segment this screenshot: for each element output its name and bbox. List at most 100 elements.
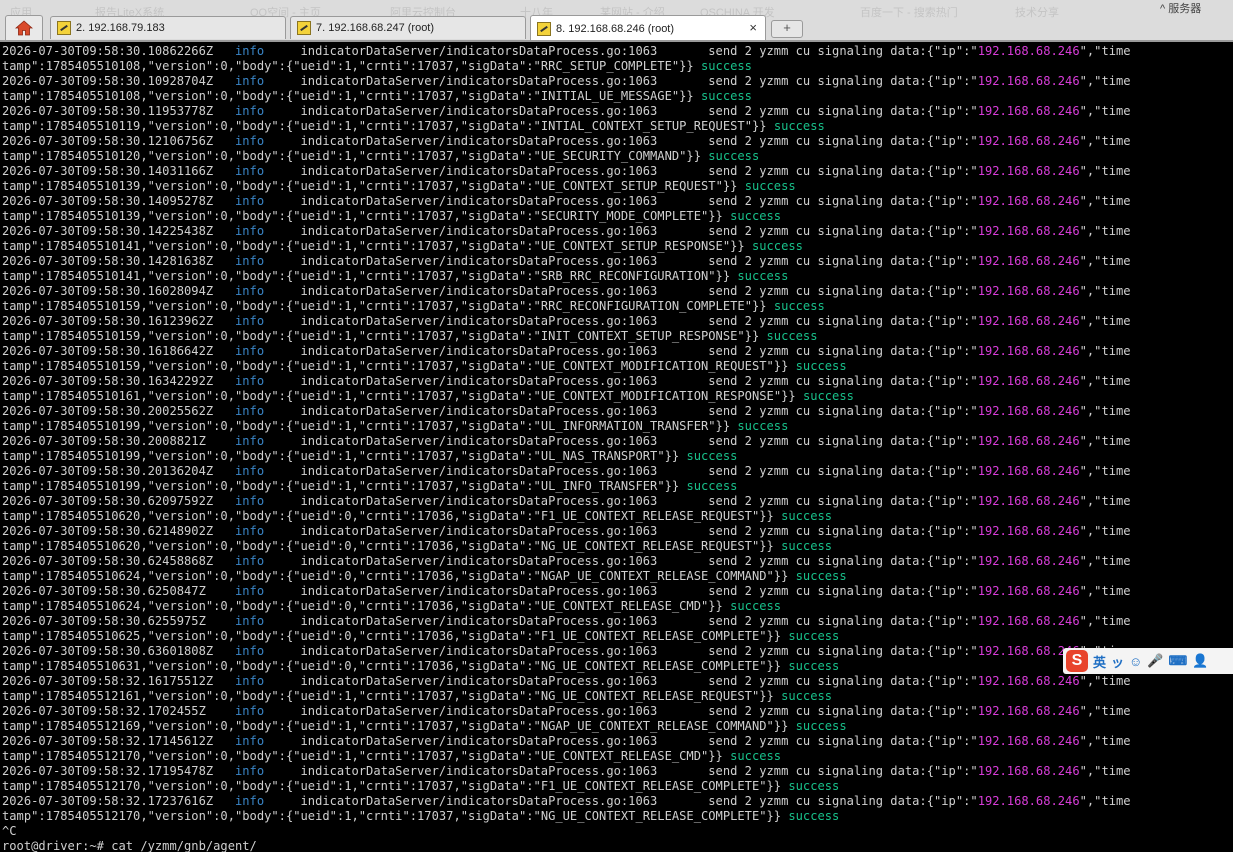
log-line: 2026-07-30T09:58:30.62148902Z info indic… — [2, 524, 1131, 539]
new-tab-button[interactable]: + — [771, 20, 803, 38]
log-stamp: 1785405512161 — [45, 689, 141, 703]
log-ip: 192.168.68.246 — [977, 44, 1080, 58]
log-success: success — [708, 149, 760, 163]
log-stamp: 1785405510199 — [45, 479, 141, 493]
log-source: indicatorDataServer/indicatorsDataProces… — [300, 434, 658, 448]
log-line: 2026-07-30T09:58:32.17237616Z info indic… — [2, 794, 1131, 809]
log-message-prefix: send 2 yzmm cu signaling data:{"ip":" — [708, 674, 978, 688]
ime-keyboard-icon[interactable]: ⌨ — [1169, 653, 1188, 669]
log-stamp-prefix: tamp": — [2, 59, 46, 73]
log-sigdata: UL_INFORMATION_TRANSFER — [540, 419, 709, 433]
log-message-suffix: ","time — [1079, 764, 1131, 778]
log-ueid: 0 — [344, 629, 352, 643]
ime-punctuation-icon[interactable]: ッ — [1111, 652, 1124, 671]
log-stamp-prefix: tamp": — [2, 419, 46, 433]
tab-session-8[interactable]: 8. 192.168.68.246 (root) × — [530, 15, 766, 41]
log-line-continuation: tamp":1785405510159,"version":0,"body":{… — [2, 299, 825, 313]
log-message-prefix: send 2 yzmm cu signaling data:{"ip":" — [708, 374, 978, 388]
ime-voice-icon[interactable]: 🎤 — [1147, 653, 1163, 669]
log-crnti: 17037 — [417, 209, 454, 223]
log-sigdata: NG_UE_CONTEXT_RELEASE_REQUEST — [540, 689, 752, 703]
close-tab-icon[interactable]: × — [749, 20, 757, 35]
log-line-continuation: tamp":1785405510620,"version":0,"body":{… — [2, 539, 833, 553]
log-ueid: 1 — [344, 269, 352, 283]
log-timestamp: 2026-07-30T09:58:30.6255975Z — [2, 614, 206, 628]
log-message-suffix: ","time — [1079, 524, 1131, 538]
log-line-continuation: tamp":1785405510141,"version":0,"body":{… — [2, 269, 789, 283]
log-level: info — [235, 374, 265, 388]
tab-label: 8. 192.168.68.246 (root) — [556, 22, 675, 35]
sogou-logo-icon[interactable]: S — [1066, 650, 1088, 672]
log-timestamp: 2026-07-30T09:58:30.14281638Z — [2, 254, 214, 268]
log-crnti: 17036 — [417, 629, 454, 643]
log-sigdata: RRC_RECONFIGURATION_COMPLETE — [540, 299, 745, 313]
log-line-continuation: tamp":1785405510108,"version":0,"body":{… — [2, 89, 752, 103]
log-message-suffix: ","time — [1079, 134, 1131, 148]
shell-prompt[interactable]: root@driver:~# cat /yzmm/gnb/agent/ — [2, 839, 257, 852]
log-stamp: 1785405510159 — [45, 359, 141, 373]
log-crnti: 17037 — [417, 689, 454, 703]
log-message-prefix: send 2 yzmm cu signaling data:{"ip":" — [708, 494, 978, 508]
log-message-suffix: ","time — [1079, 224, 1131, 238]
log-ip: 192.168.68.246 — [977, 344, 1080, 358]
log-source: indicatorDataServer/indicatorsDataProces… — [300, 524, 658, 538]
log-ip: 192.168.68.246 — [977, 524, 1080, 538]
log-timestamp: 2026-07-30T09:58:30.16186642Z — [2, 344, 214, 358]
log-stamp-prefix: tamp": — [2, 479, 46, 493]
ime-emoji-icon[interactable]: ☺ — [1129, 654, 1142, 669]
log-level: info — [235, 464, 265, 478]
home-tab[interactable] — [5, 15, 43, 40]
log-ip: 192.168.68.246 — [977, 464, 1080, 478]
log-stamp-prefix: tamp": — [2, 539, 46, 553]
log-message-prefix: send 2 yzmm cu signaling data:{"ip":" — [708, 254, 978, 268]
log-ip: 192.168.68.246 — [977, 314, 1080, 328]
log-stamp: 1785405510620 — [45, 539, 141, 553]
log-ueid: 0 — [344, 659, 352, 673]
log-line: 2026-07-30T09:58:32.16175512Z info indic… — [2, 674, 1131, 689]
log-sigdata: NGAP_UE_CONTEXT_RELEASE_COMMAND — [540, 719, 767, 733]
log-ueid: 1 — [344, 389, 352, 403]
log-stamp-prefix: tamp": — [2, 809, 46, 823]
terminal-session-icon — [297, 21, 311, 35]
ime-user-icon[interactable]: 👤 — [1192, 653, 1208, 669]
log-line-continuation: tamp":1785405512170,"version":0,"body":{… — [2, 809, 840, 823]
log-message-suffix: ","time — [1079, 734, 1131, 748]
log-sigdata: UE_CONTEXT_MODIFICATION_RESPONSE — [540, 389, 774, 403]
log-ip: 192.168.68.246 — [977, 404, 1080, 418]
log-ip: 192.168.68.246 — [977, 734, 1080, 748]
log-message-suffix: ","time — [1079, 464, 1131, 478]
log-stamp: 1785405510620 — [45, 509, 141, 523]
tab-session-7[interactable]: 7. 192.168.68.247 (root) — [290, 16, 526, 39]
log-message-suffix: ","time — [1079, 404, 1131, 418]
log-stamp-prefix: tamp": — [2, 719, 46, 733]
log-line: 2026-07-30T09:58:30.14281638Z info indic… — [2, 254, 1131, 269]
log-success: success — [737, 419, 789, 433]
log-ueid: 1 — [344, 179, 352, 193]
log-line: 2026-07-30T09:58:30.63601808Z info indic… — [2, 644, 1131, 659]
log-level: info — [235, 554, 265, 568]
log-timestamp: 2026-07-30T09:58:30.20136204Z — [2, 464, 214, 478]
log-message-prefix: send 2 yzmm cu signaling data:{"ip":" — [708, 704, 978, 718]
log-message-prefix: send 2 yzmm cu signaling data:{"ip":" — [708, 164, 978, 178]
log-success: success — [686, 479, 738, 493]
log-timestamp: 2026-07-30T09:58:30.6250847Z — [2, 584, 206, 598]
ime-toolbar[interactable]: S 英 ッ ☺ 🎤 ⌨ 👤 — [1063, 648, 1233, 674]
log-sigdata: NGAP_UE_CONTEXT_RELEASE_COMMAND — [540, 569, 767, 583]
log-message-suffix: ","time — [1079, 614, 1131, 628]
log-line: 2026-07-30T09:58:32.17195478Z info indic… — [2, 764, 1131, 779]
terminal-output[interactable]: 2026-07-30T09:58:30.10862266Z info indic… — [0, 44, 1233, 852]
log-ip: 192.168.68.246 — [977, 164, 1080, 178]
log-source: indicatorDataServer/indicatorsDataProces… — [300, 464, 658, 478]
log-level: info — [235, 104, 265, 118]
log-stamp-prefix: tamp": — [2, 599, 46, 613]
tab-session-2[interactable]: 2. 192.168.79.183 — [50, 16, 286, 39]
log-line: 2026-07-30T09:58:30.62458868Z info indic… — [2, 554, 1131, 569]
log-source: indicatorDataServer/indicatorsDataProces… — [300, 794, 658, 808]
ime-language-toggle[interactable]: 英 — [1093, 652, 1106, 671]
log-level: info — [235, 704, 265, 718]
log-line: 2026-07-30T09:58:30.16028094Z info indic… — [2, 284, 1131, 299]
log-line: 2026-07-30T09:58:30.14095278Z info indic… — [2, 194, 1131, 209]
log-level: info — [235, 344, 265, 358]
log-message-prefix: send 2 yzmm cu signaling data:{"ip":" — [708, 764, 978, 778]
log-line: 2026-07-30T09:58:30.14225438Z info indic… — [2, 224, 1131, 239]
